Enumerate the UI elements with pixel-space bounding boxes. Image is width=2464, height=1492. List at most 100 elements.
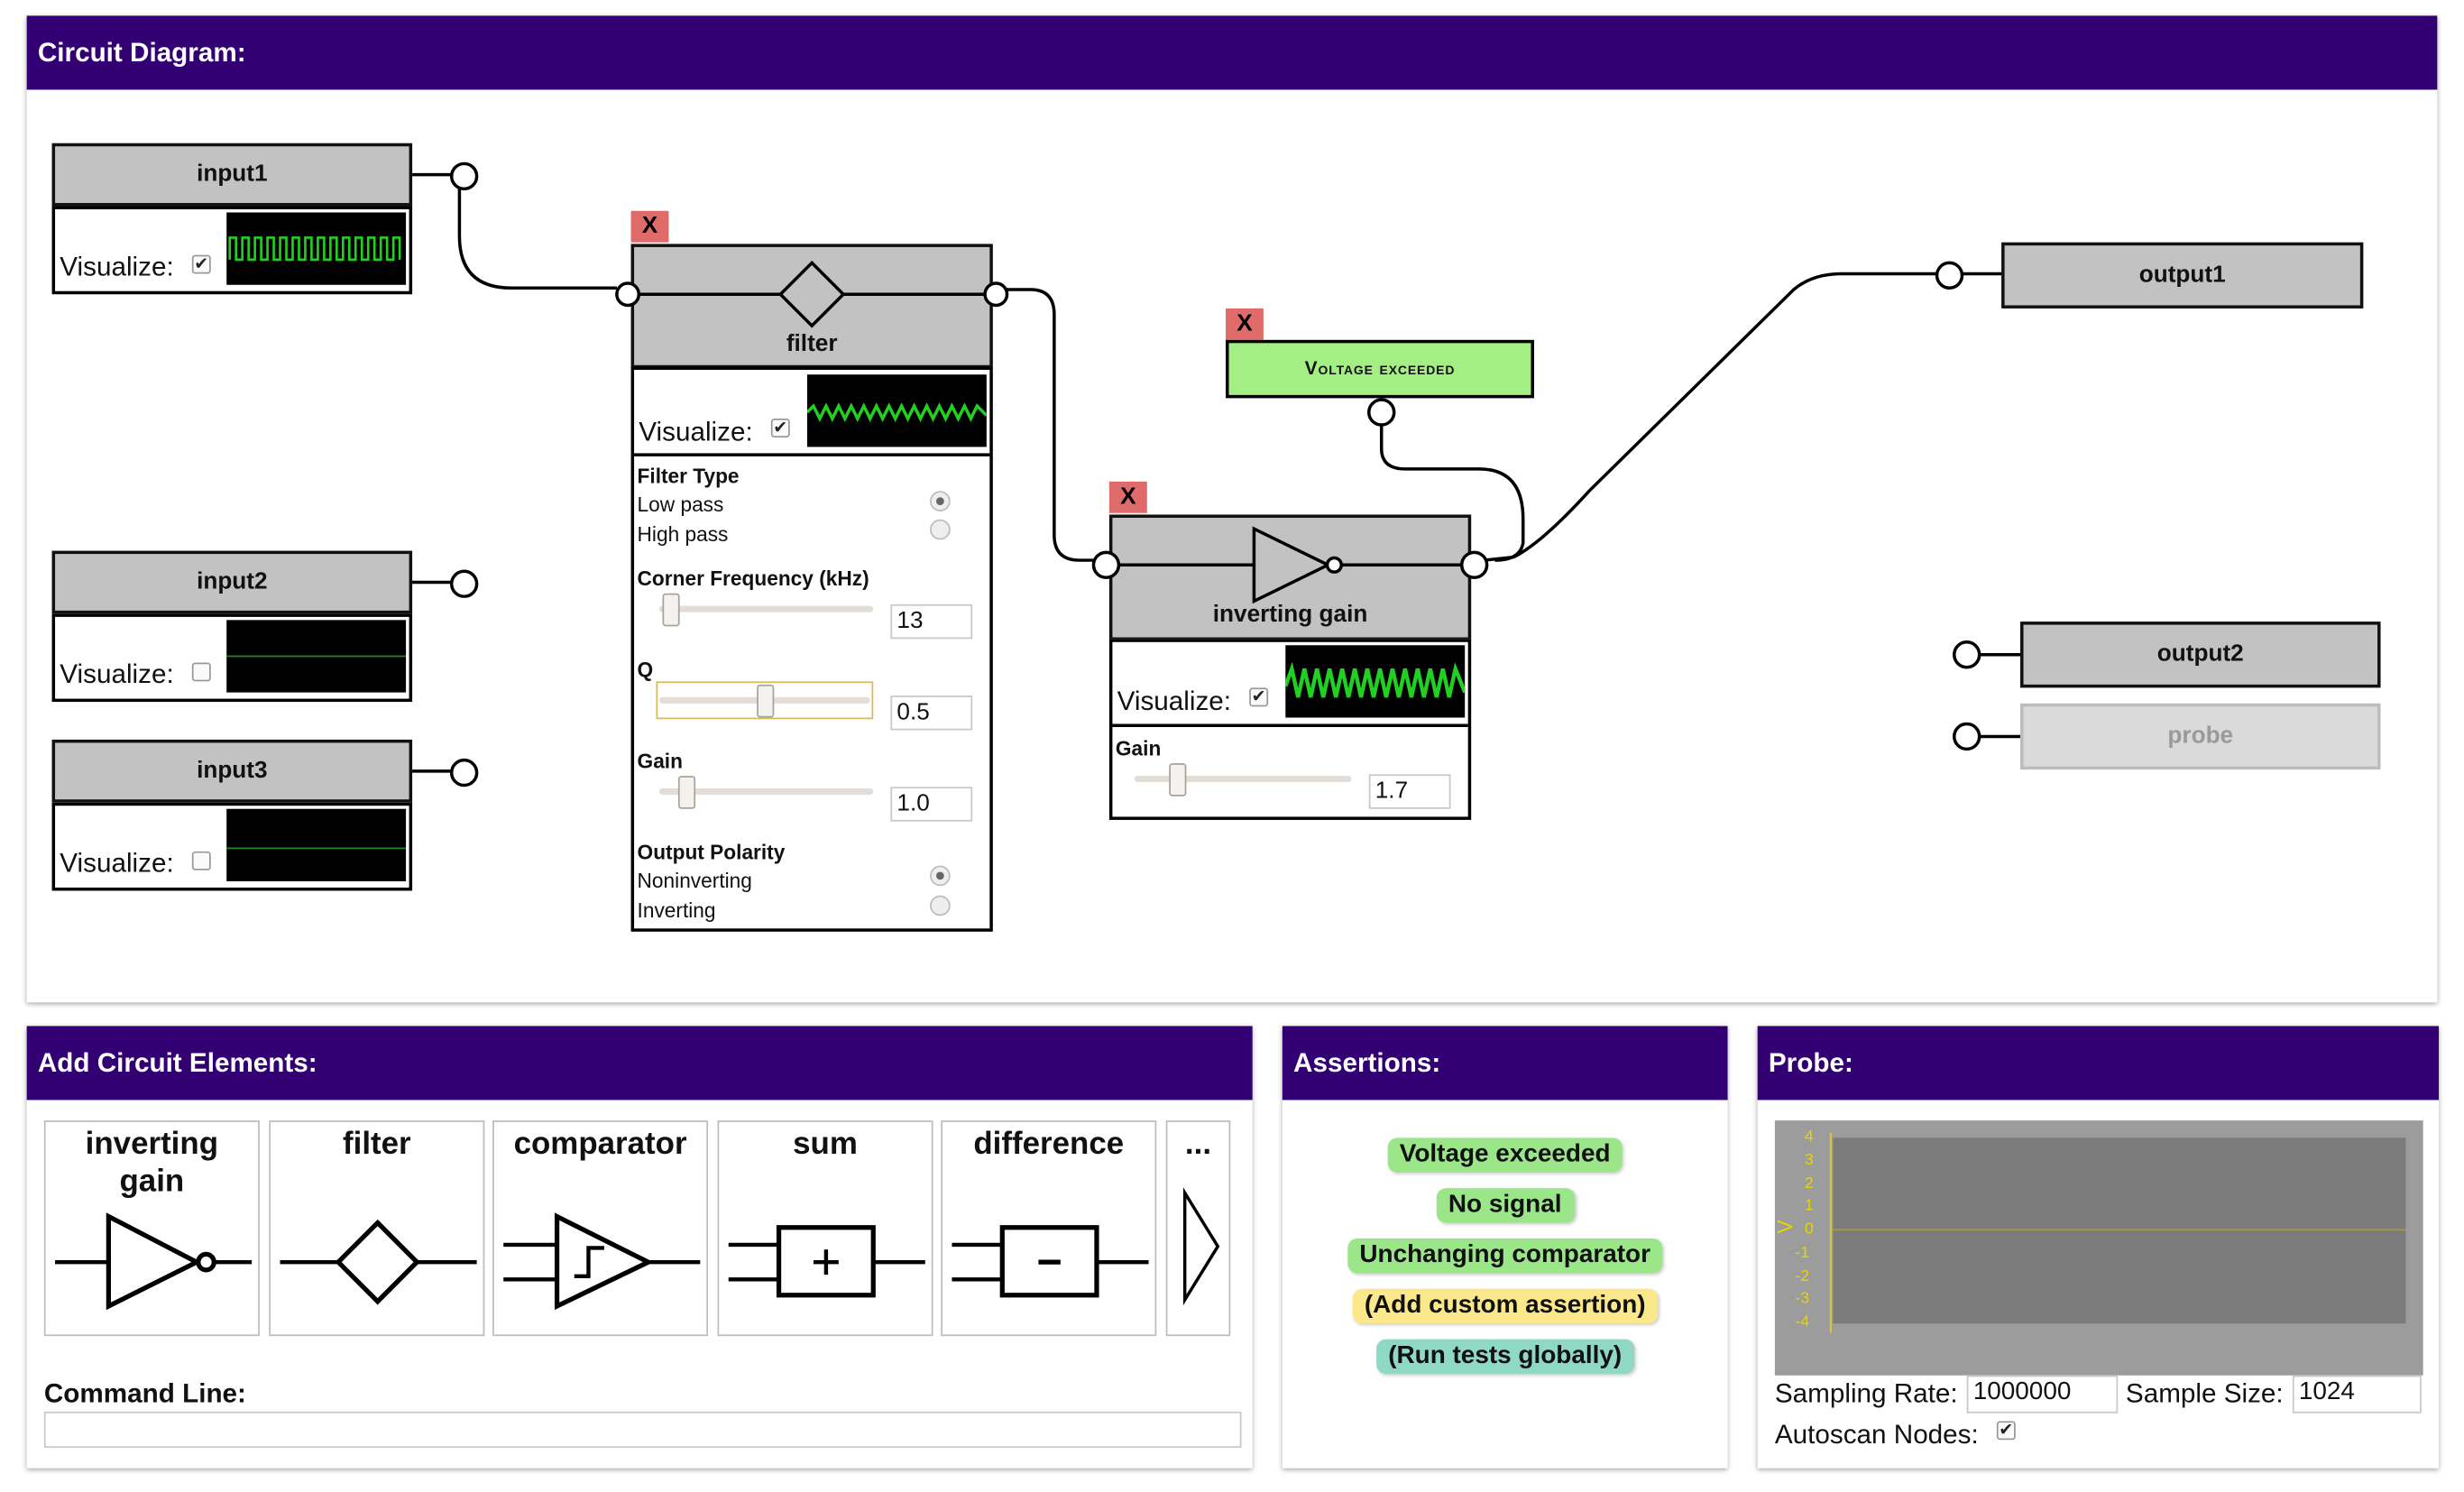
input3-output-node[interactable]	[449, 758, 479, 787]
inverting-gain-visualize-checkbox[interactable]: ✔	[1249, 687, 1269, 707]
wire-input1-filter	[410, 172, 617, 290]
app-root: Circuit Diagram: input1 Visualize: ✔ inp…	[0, 0, 2464, 1492]
inverting-gain-title: inverting gain	[1212, 601, 1368, 629]
filter-output-node[interactable]	[983, 281, 1009, 308]
run-tests-globally-button[interactable]: (Run tests globally)	[1375, 1339, 1635, 1375]
waveform-trace	[806, 402, 987, 422]
filter-type-label: Filter Type	[637, 464, 740, 488]
palette-inverting-gain[interactable]: inverting gain	[43, 1120, 260, 1337]
sampling-rate-label: Sampling Rate:	[1774, 1378, 1958, 1409]
inverting-label: Inverting	[637, 898, 716, 923]
input3-visualize-checkbox[interactable]	[191, 851, 211, 870]
output1-header[interactable]: output1	[2001, 242, 2364, 309]
input1-output-node[interactable]	[449, 161, 479, 191]
input3-header[interactable]: input3	[51, 739, 413, 803]
low-pass-radio[interactable]	[930, 491, 951, 511]
input2-header[interactable]: input2	[51, 550, 413, 614]
assertion-close-button[interactable]: X	[1226, 308, 1264, 340]
palette-filter[interactable]: filter	[269, 1120, 485, 1337]
probe-y-axis-line	[1829, 1133, 1832, 1333]
probe-header[interactable]: probe	[2020, 703, 2381, 770]
filter-input-node[interactable]	[615, 281, 641, 308]
corner-frequency-slider-handle[interactable]	[662, 593, 680, 627]
autoscan-nodes-label: Autoscan Nodes:	[1774, 1419, 1979, 1450]
filter-visualize-checkbox[interactable]: ✔	[770, 419, 790, 437]
input1-header[interactable]: input1	[51, 143, 413, 207]
probe-plot: V 4 3 2 1 0 -1 -2 -3 -4	[1773, 1120, 2423, 1376]
low-pass-label: Low pass	[637, 493, 724, 517]
high-pass-radio[interactable]	[930, 519, 951, 540]
palette-difference[interactable]: difference	[941, 1120, 1157, 1337]
corner-frequency-label: Corner Frequency (kHz)	[637, 566, 869, 591]
panel-title: Add Circuit Elements:	[26, 1026, 1253, 1101]
probe-y-tick: 4	[1805, 1128, 1814, 1147]
inverting-gain-input[interactable]: 1.7	[1368, 774, 1451, 809]
q-slider-handle[interactable]	[757, 684, 775, 718]
input2-waveform-display	[226, 620, 407, 693]
assertion-label[interactable]: Voltage exceeded	[1226, 339, 1534, 399]
probe-y-tick: -1	[1795, 1244, 1810, 1263]
visualize-label: Visualize:	[60, 252, 174, 282]
inverting-gain-output-node[interactable]	[1459, 550, 1489, 580]
probe-zero-line	[1833, 1229, 2406, 1231]
inverting-gain-close-button[interactable]: X	[1108, 481, 1147, 513]
sampling-rate-input[interactable]: 1000000	[1966, 1375, 2119, 1414]
inverting-gain-slider-handle[interactable]	[1169, 763, 1187, 797]
inverting-gain-waveform-display	[1285, 645, 1466, 718]
inverting-gain-input-node[interactable]	[1091, 550, 1121, 580]
sum-icon	[728, 1225, 925, 1298]
input1-waveform-display	[226, 212, 407, 285]
noninverting-radio[interactable]	[930, 865, 951, 887]
output2-header[interactable]: output2	[2020, 622, 2381, 688]
corner-frequency-input[interactable]: 13	[890, 603, 973, 640]
probe-y-tick: -3	[1795, 1290, 1810, 1308]
sample-size-label: Sample Size:	[2125, 1378, 2284, 1409]
filter-close-button[interactable]: X	[630, 210, 669, 243]
palette-comparator[interactable]: comparator	[492, 1120, 709, 1337]
filter-title: filter	[786, 330, 838, 358]
assertion-unchanging-comparator[interactable]: Unchanging comparator	[1347, 1238, 1663, 1274]
gain-slider-handle[interactable]	[677, 776, 696, 809]
input1-visualize-checkbox[interactable]: ✔	[191, 254, 211, 274]
waveform-trace	[1285, 661, 1466, 698]
input3-body: Visualize:	[51, 802, 413, 891]
assertion-input-node[interactable]	[1367, 398, 1396, 427]
q-input[interactable]: 0.5	[890, 695, 973, 731]
output1-input-node[interactable]	[1935, 261, 1964, 290]
probe-input-node[interactable]	[1953, 722, 1981, 751]
palette-more[interactable]: ...	[1165, 1120, 1231, 1337]
assertion-voltage-exceeded[interactable]: Voltage exceeded	[1386, 1137, 1623, 1173]
input1-body: Visualize: ✔	[51, 206, 413, 295]
input2-body: Visualize:	[51, 613, 413, 703]
inverting-gain-divider	[1112, 723, 1468, 727]
output2-input-node[interactable]	[1953, 640, 1981, 669]
waveform-trace	[228, 236, 401, 262]
assertion-no-signal[interactable]: No signal	[1435, 1188, 1575, 1223]
palette-sum[interactable]: sum	[717, 1120, 933, 1337]
wire-gain-output1	[1483, 272, 1941, 562]
inverting-gain-header[interactable]: inverting gain	[1108, 514, 1472, 641]
corner-frequency-track[interactable]	[658, 605, 874, 612]
input2-visualize-checkbox[interactable]	[191, 662, 211, 682]
probe-y-tick: -2	[1795, 1268, 1810, 1286]
command-line-input[interactable]	[43, 1411, 1242, 1449]
inverting-gain-icon	[55, 1212, 253, 1311]
assertions-panel: Assertions: Voltage exceeded No signal U…	[1282, 1026, 1728, 1469]
filter-icon	[280, 1219, 477, 1305]
inverting-gain-track[interactable]	[1134, 776, 1352, 783]
input2-output-node[interactable]	[449, 569, 479, 598]
inverting-radio[interactable]	[930, 895, 951, 916]
gain-input[interactable]: 1.0	[890, 787, 973, 822]
probe-y-tick: -4	[1795, 1313, 1810, 1331]
filter-divider	[634, 453, 990, 456]
command-line-label: Command Line:	[43, 1378, 246, 1409]
autoscan-nodes-checkbox[interactable]: ✔	[1996, 1421, 2016, 1441]
add-custom-assertion-button[interactable]: (Add custom assertion)	[1351, 1288, 1659, 1324]
visualize-label: Visualize:	[60, 659, 174, 690]
probe-y-tick: 3	[1805, 1152, 1814, 1170]
probe-y-tick: 1	[1805, 1197, 1814, 1215]
filter-header[interactable]: filter	[630, 244, 993, 369]
inverting-gain-body: Visualize: ✔ Gain 1.7	[1108, 639, 1472, 820]
sample-size-input[interactable]: 1024	[2292, 1375, 2422, 1414]
visualize-label: Visualize:	[639, 417, 753, 447]
